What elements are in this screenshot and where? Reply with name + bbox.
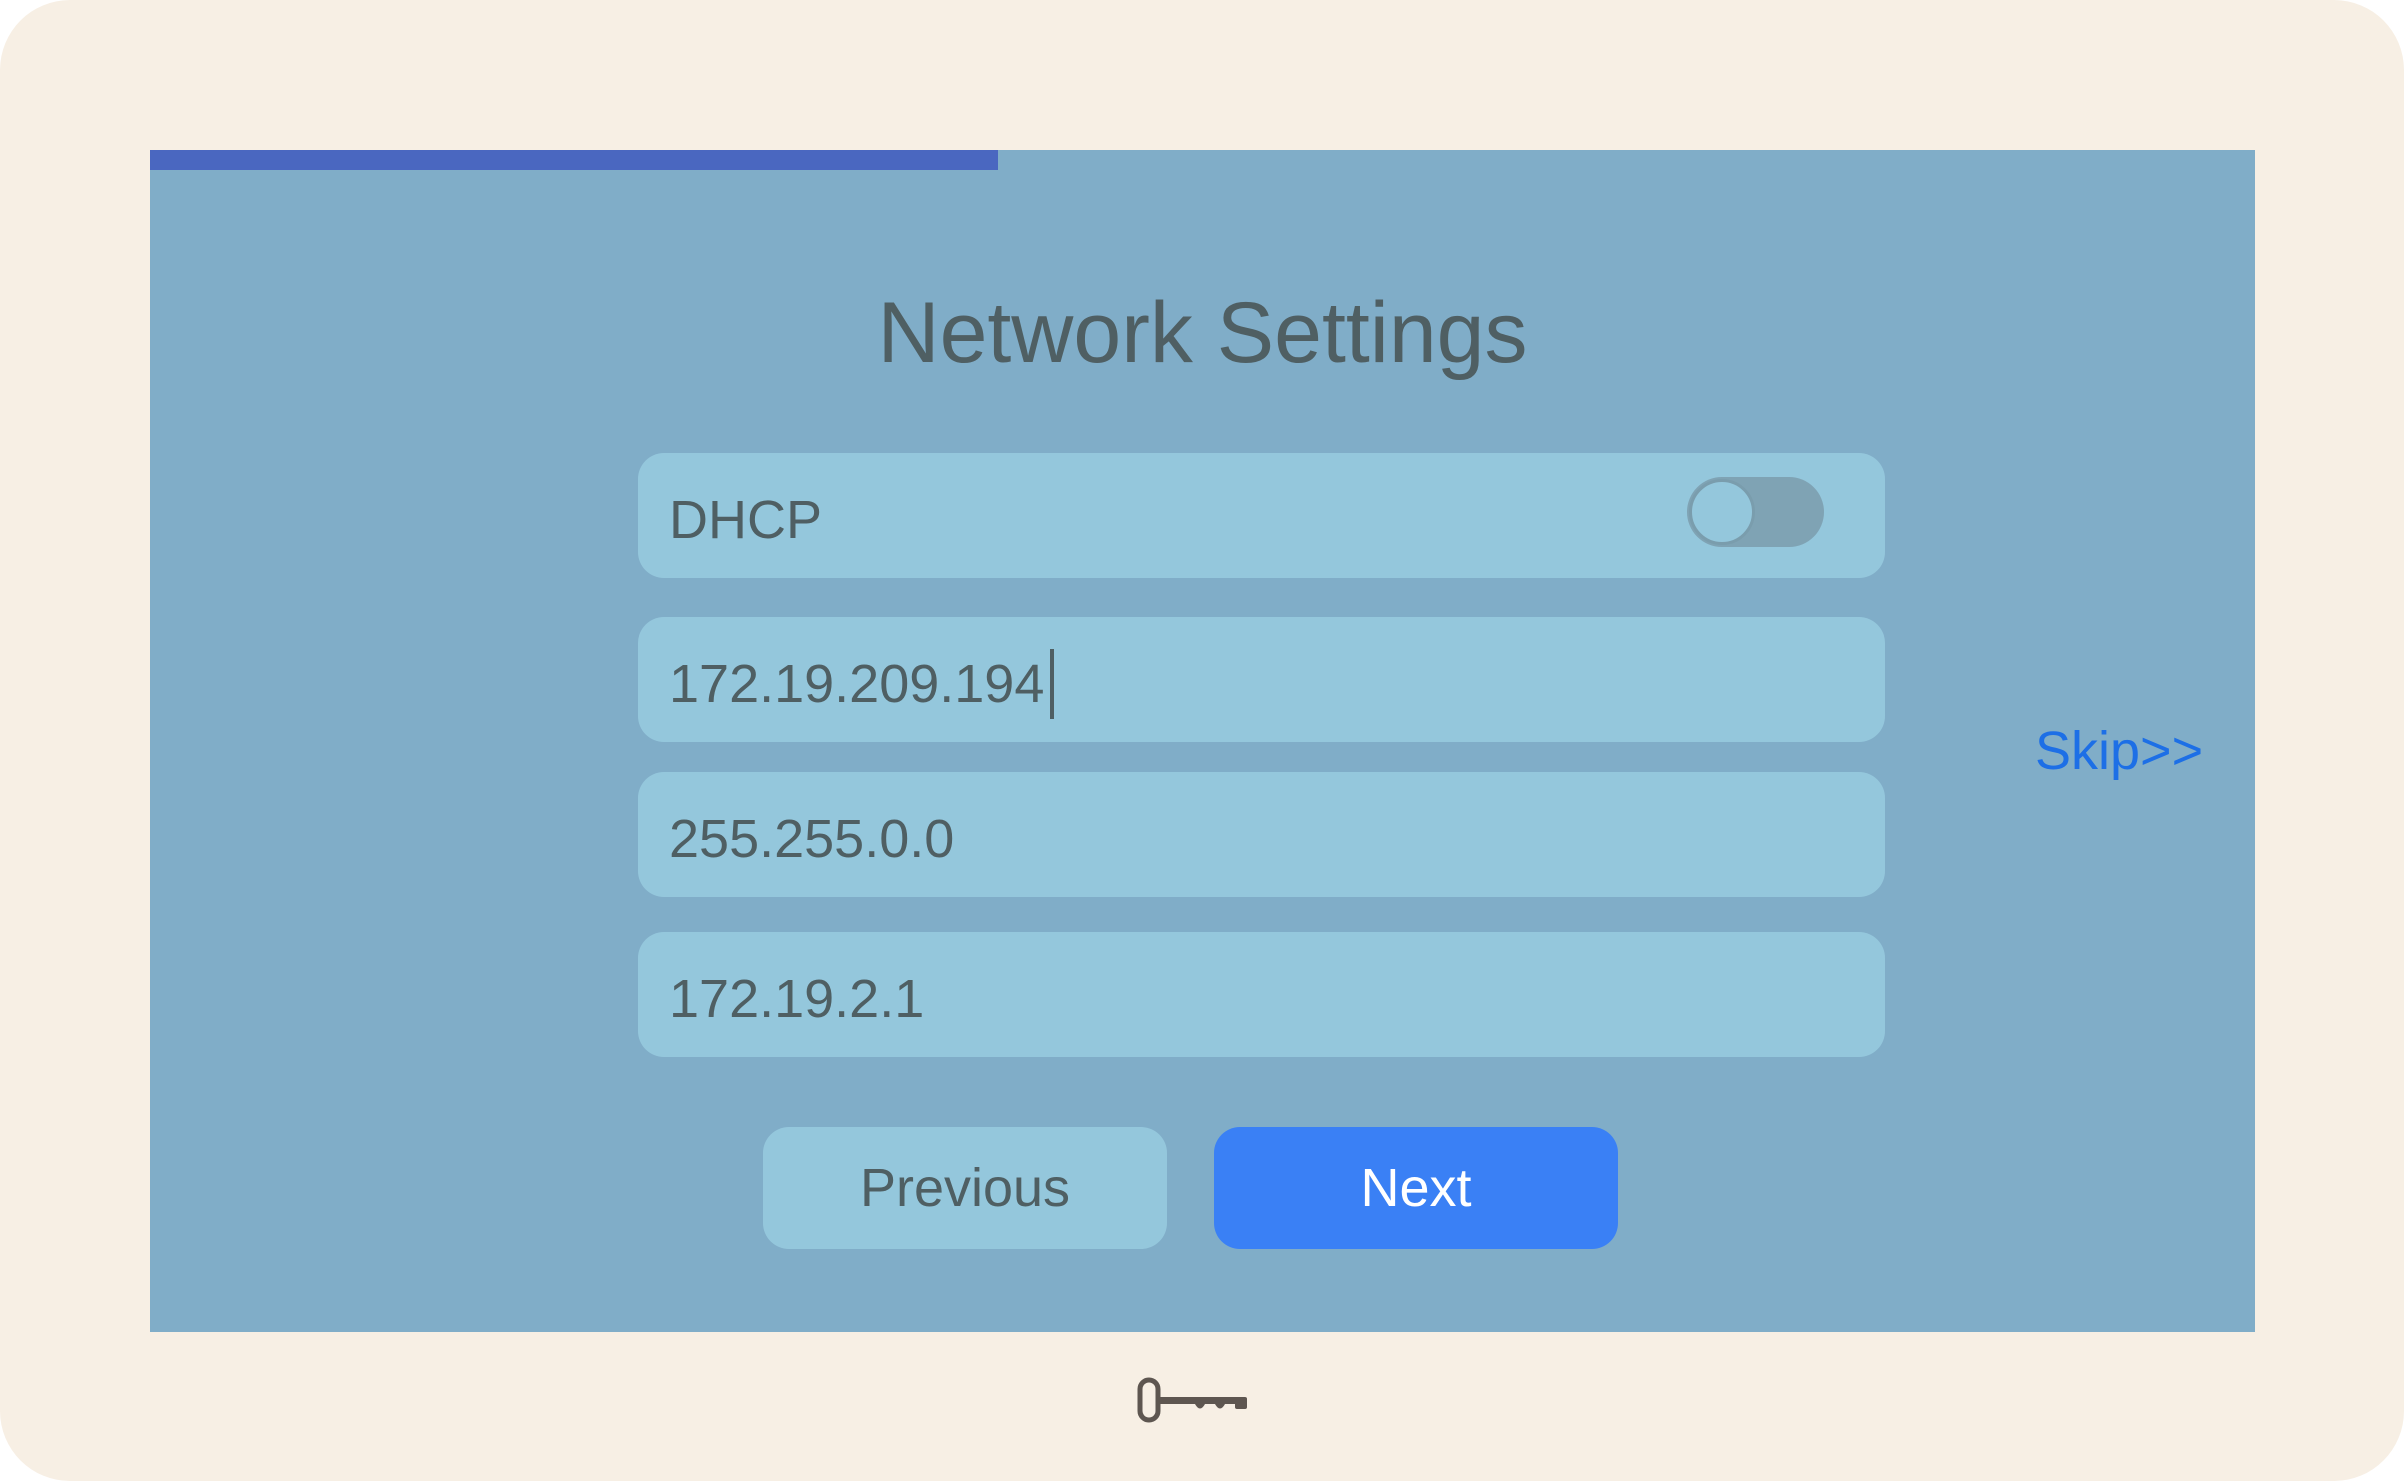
skip-link[interactable]: Skip>> <box>2035 720 2203 782</box>
screen: Network Settings DHCP 172.19.209.194 255… <box>150 150 2255 1332</box>
ip-address-field[interactable]: 172.19.209.194 <box>638 617 1885 742</box>
dhcp-row: DHCP <box>638 453 1885 578</box>
next-button[interactable]: Next <box>1214 1127 1618 1249</box>
previous-button[interactable]: Previous <box>763 1127 1167 1249</box>
device-bezel: Network Settings DHCP 172.19.209.194 255… <box>0 0 2404 1481</box>
subnet-mask-value: 255.255.0.0 <box>669 809 955 869</box>
key-icon[interactable] <box>1137 1375 1249 1425</box>
dhcp-toggle[interactable] <box>1687 477 1824 547</box>
text-caret <box>1050 648 1055 719</box>
gateway-value: 172.19.2.1 <box>669 969 925 1029</box>
subnet-mask-field[interactable]: 255.255.0.0 <box>638 772 1885 897</box>
ip-address-text: 172.19.209.194 <box>669 654 1045 714</box>
gateway-field[interactable]: 172.19.2.1 <box>638 932 1885 1057</box>
page-title: Network Settings <box>877 285 1528 381</box>
ip-address-value: 172.19.209.194 <box>669 617 1055 742</box>
dhcp-toggle-knob <box>1689 479 1755 545</box>
progress-bar-fill <box>150 150 999 170</box>
progress-bar <box>150 150 2255 170</box>
dhcp-label: DHCP <box>669 490 823 550</box>
